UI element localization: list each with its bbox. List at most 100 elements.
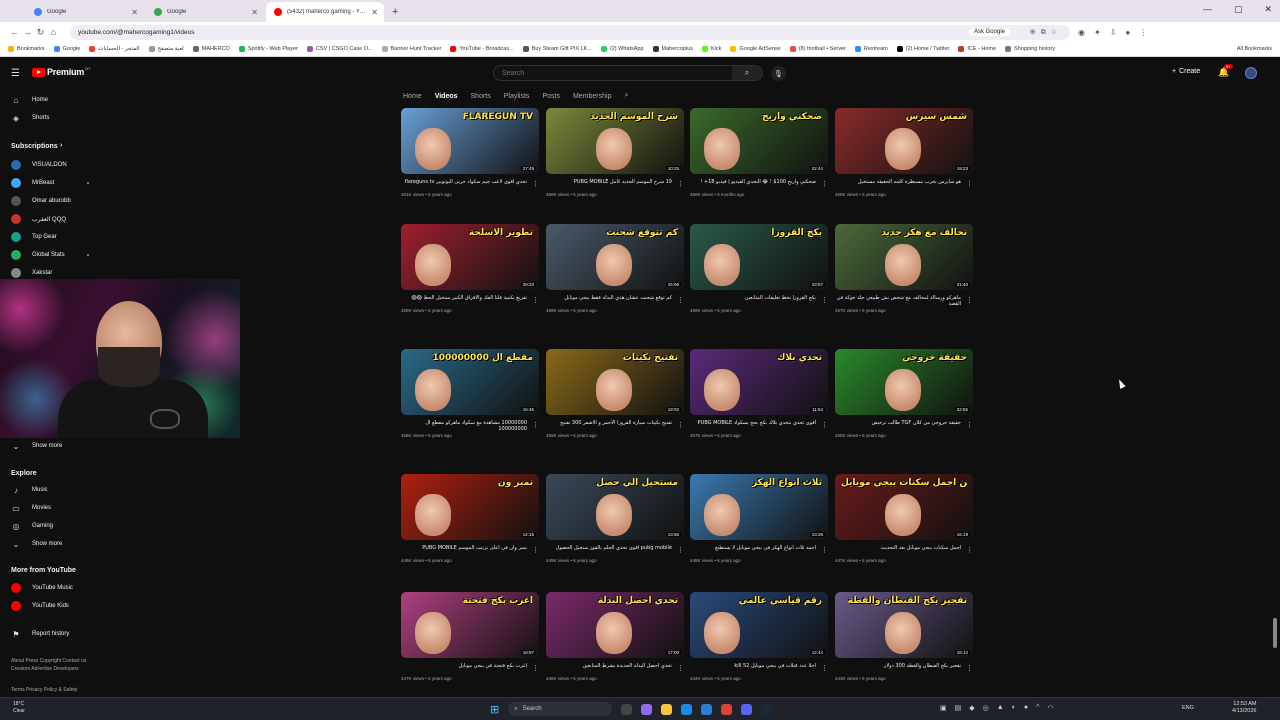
bookmark-item[interactable]: (2) WhatsApp [600, 46, 644, 52]
extensions-puzzle-icon[interactable]: ✦ [1094, 28, 1101, 37]
video-card[interactable]: تطوير الاسلحة 28:33 تفريغ بكمية فلتا الفك … [401, 224, 539, 313]
new-tab-button[interactable]: + [386, 2, 398, 22]
video-thumbnail[interactable]: تفجير بكج القبطان والقطة 16:14 [835, 592, 973, 658]
video-card[interactable]: تحدي احصل البدلة 17:00 تحدي احصل البدلة ال… [546, 592, 684, 681]
tray-app-icon[interactable]: ▣ [940, 704, 947, 712]
video-title[interactable]: تفتيح بكيتات سيارة القروزا الاحمر و الاص… [546, 420, 672, 431]
more-options-icon[interactable]: ⋮ [821, 180, 828, 188]
show-more-button[interactable]: ⌄ Show more [11, 538, 63, 550]
bookmark-item[interactable]: Banner Hunt Tracker [381, 46, 441, 52]
copilot-icon[interactable] [641, 703, 653, 715]
more-options-icon[interactable]: ⋮ [966, 180, 973, 188]
more-options-icon[interactable]: ⋮ [532, 421, 539, 429]
more-options-icon[interactable]: ⋮ [966, 546, 973, 554]
video-card[interactable]: تفتيح بكيتات 19:02 تفتيح بكيتات سيارة القر… [546, 349, 684, 438]
video-card[interactable]: رقم قياسي عالمي 12:44 احلا عدد قتلات في بب… [690, 592, 828, 681]
tray-app-icon[interactable]: ◐ [1012, 704, 1016, 712]
video-card[interactable]: FLAREGUN TV 27:49 تحدي اقوى لاعب جيم سكواد… [401, 108, 539, 197]
sidebar-subscription-item[interactable]: Top Gear [11, 231, 57, 243]
more-options-icon[interactable]: ⋮ [677, 664, 684, 672]
bookmark-item[interactable]: Spotify - Web Player [238, 46, 298, 52]
more-options-icon[interactable]: ⋮ [821, 296, 828, 304]
sidebar-subscription-item[interactable]: العقرب QQQ [11, 213, 66, 225]
video-thumbnail[interactable]: تطوير الاسلحة 28:33 [401, 224, 539, 290]
bookmark-item[interactable]: Google AdSense [730, 46, 781, 52]
more-options-icon[interactable]: ⋮ [966, 296, 973, 304]
sidebar-subscription-item[interactable]: VISUALDON [11, 159, 67, 171]
video-title[interactable]: تحدي احصل البدلة الجديدة بشرط المتابعين [546, 663, 672, 674]
steam-icon[interactable] [761, 703, 773, 715]
profile-icon[interactable]: ● [1125, 28, 1130, 37]
video-card[interactable]: تحدي بلاك 11:54 اقوى تحدي بتحدي بلاك بكج ب… [690, 349, 828, 438]
video-title[interactable]: pubg mobile اقوى تحدي الحلم بالفوز ستحيل… [546, 545, 672, 556]
menu-dots-icon[interactable]: ⋮ [1139, 28, 1147, 37]
sidebar-item-youtube-music[interactable]: YouTube Music [11, 582, 73, 594]
page-scrollbar[interactable] [1272, 88, 1278, 696]
channel-search-icon[interactable]: ⌕ [624, 92, 628, 100]
youtube-premium-logo[interactable]: Premium MT [32, 66, 91, 77]
tab-close-icon[interactable]: ✕ [371, 8, 378, 17]
bookmark-item[interactable]: YouTube - Broadcas... [450, 46, 514, 52]
home-browser-icon[interactable]: ⌂ [47, 27, 60, 37]
voice-search-icon[interactable]: 🎙 [771, 66, 786, 81]
sidebar-subscription-item[interactable]: MrBeast [11, 177, 89, 189]
tray-app-icon[interactable]: ◎ [983, 704, 989, 712]
tab-close-icon[interactable]: ✕ [251, 8, 258, 17]
video-title[interactable]: 10000000 مشاهدة مع سكواد ماهركو مقطع ال … [401, 420, 527, 431]
footer-links[interactable]: About Press Copyright Contact us Creator… [11, 657, 97, 673]
tray-app-icon[interactable]: ▲ [997, 704, 1004, 712]
bookmark-item[interactable]: Kick [702, 46, 721, 52]
language-indicator[interactable]: ENG [1182, 705, 1194, 711]
more-options-icon[interactable]: ⋮ [677, 546, 684, 554]
video-title[interactable]: 19 شرح الموسم الجديد كامل PUBG MOBILE [546, 179, 672, 190]
video-card[interactable]: كم تتوقع شحنت 15:06 كم توقع شحنت عشان هذي … [546, 224, 684, 313]
video-card[interactable]: ثلاث انواع الهكر 13:26 احمد ثلاث انواع اله… [690, 474, 828, 563]
video-title[interactable]: هو سايرس بحرب مسيطرة كلمة الحقيقة مستحيل [835, 179, 961, 190]
discord-icon[interactable] [741, 703, 753, 715]
sidebar-subscription-item[interactable]: Xakstar [11, 267, 52, 279]
reload-icon[interactable]: ↻ [34, 27, 47, 38]
scrollbar-thumb[interactable] [1273, 618, 1277, 648]
bookmark-item[interactable]: Google [53, 46, 80, 52]
chrome-icon[interactable] [721, 703, 733, 715]
more-options-icon[interactable]: ⋮ [821, 421, 828, 429]
search-input[interactable] [494, 69, 732, 77]
footer-links-2[interactable]: Terms Privacy Policy & Safety [11, 686, 97, 694]
search-icon[interactable]: ⌕ [732, 66, 762, 80]
video-title[interactable]: اقوى تحدي بتحدي بلاك بكج بحج بسكواد PUBG… [690, 420, 816, 431]
browser-tab[interactable]: Google ✕ [26, 2, 144, 22]
more-options-icon[interactable]: ⋮ [966, 421, 973, 429]
account-avatar[interactable] [1245, 67, 1257, 79]
tray-chevron-icon[interactable]: ^ [1036, 704, 1039, 712]
more-options-icon[interactable]: ⋮ [532, 296, 539, 304]
task-view-icon[interactable] [621, 703, 633, 715]
video-title[interactable]: نمبر وان في اعلى ترتيب الموسم PUBG MOBIL… [401, 545, 527, 556]
edge-icon[interactable] [681, 703, 693, 715]
sidebar-subscription-item[interactable]: Global Stats [11, 249, 89, 261]
video-thumbnail[interactable]: شرح الموسم الجديد 10:25 [546, 108, 684, 174]
windows-start-icon[interactable]: ⊞ [490, 703, 499, 716]
video-title[interactable]: اغرب بكج فتحتة في ببجي موبايل [401, 663, 527, 674]
weather-widget[interactable]: 18°C Clear [13, 701, 25, 715]
video-thumbnail[interactable]: اغرب بكج فتحتة 16:57 [401, 592, 539, 658]
video-thumbnail[interactable]: ضحكني واربح 22:44 [690, 108, 828, 174]
video-title[interactable]: تفريغ بكمية فلتا الفك والافراق الكبير ست… [401, 295, 527, 306]
bookmark-item[interactable]: (2) Home / Twitter [896, 46, 949, 52]
report-history-item[interactable]: ⚑ Report history [11, 628, 69, 640]
sidebar-item-youtube-kids[interactable]: YouTube Kids [11, 600, 69, 612]
more-options-icon[interactable]: ⋮ [677, 180, 684, 188]
tab-playlists[interactable]: Playlists [504, 93, 530, 100]
video-card[interactable]: ضحكني واربح 22:44 ضحكتي واربح 100$ ! 😂 الت… [690, 108, 828, 197]
bookmark-item[interactable]: لعبة متصفح [148, 46, 184, 52]
ask-google-button[interactable]: Ask Google [968, 28, 1010, 36]
video-card[interactable]: حقيقة خروجي 32:55 حقيقة خروجي من كلان TGF … [835, 349, 973, 438]
taskbar-search[interactable]: ⌕ Search [508, 702, 613, 716]
video-thumbnail[interactable]: تفتيح بكيتات 19:02 [546, 349, 684, 415]
video-thumbnail[interactable]: تحدي بلاك 11:54 [690, 349, 828, 415]
all-bookmarks-link[interactable]: All Bookmarks [1237, 46, 1272, 52]
more-options-icon[interactable]: ⋮ [532, 180, 539, 188]
bookmark-item[interactable]: (8) football • Server [789, 46, 846, 52]
tab-shorts[interactable]: Shorts [471, 93, 491, 100]
video-thumbnail[interactable]: FLAREGUN TV 27:49 [401, 108, 539, 174]
video-title[interactable]: تحدي اقوى لاعب جيم سكواد حربي البوتوبير … [401, 179, 527, 190]
